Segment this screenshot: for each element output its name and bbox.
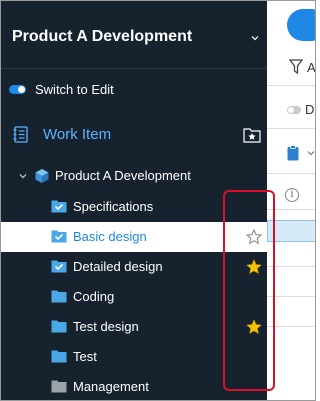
folder-check-icon bbox=[51, 260, 67, 273]
work-item-section[interactable]: Work Item bbox=[1, 121, 267, 149]
tree-item-label: Management bbox=[73, 379, 149, 394]
app-window: A D i Product A Development Switch to Ed… bbox=[0, 0, 316, 401]
tree-item-label: Test bbox=[73, 349, 97, 364]
toggle-label: D bbox=[305, 102, 315, 117]
tree-item-label: Basic design bbox=[73, 229, 147, 244]
toggle-switch[interactable] bbox=[9, 85, 26, 94]
clipboard-icon[interactable] bbox=[287, 145, 299, 161]
starred-folder-icon[interactable] bbox=[243, 126, 261, 143]
filter-icon[interactable] bbox=[289, 59, 303, 75]
switch-label: Switch to Edit bbox=[35, 82, 114, 97]
tree-root-node[interactable]: Product A Development bbox=[1, 164, 267, 188]
tree-item-label: Coding bbox=[73, 289, 115, 304]
tree-item-label: Detailed design bbox=[73, 259, 163, 274]
divider bbox=[267, 85, 315, 86]
primary-action-button[interactable] bbox=[287, 9, 315, 41]
cube-icon bbox=[35, 169, 49, 183]
tree-item-label: Test design bbox=[73, 319, 139, 334]
folder-check-icon bbox=[51, 230, 67, 243]
work-item-label: Work Item bbox=[43, 126, 112, 143]
project-header[interactable]: Product A Development bbox=[1, 1, 267, 69]
folder-check-icon bbox=[51, 200, 67, 213]
list-icon bbox=[13, 126, 28, 143]
chevron-down-icon[interactable] bbox=[251, 34, 259, 42]
sidebar: Product A Development Switch to Edit Wor… bbox=[1, 1, 275, 400]
secondary-toggle[interactable] bbox=[287, 106, 301, 114]
filter-label: A bbox=[307, 60, 316, 75]
folder-icon bbox=[51, 350, 67, 363]
chevron-down-icon[interactable] bbox=[307, 149, 315, 157]
info-icon[interactable]: i bbox=[285, 188, 299, 202]
tree-item-label: Specifications bbox=[73, 199, 154, 214]
divider bbox=[267, 128, 315, 129]
chevron-down-icon[interactable] bbox=[19, 172, 27, 180]
folder-icon bbox=[51, 290, 67, 303]
folder-icon bbox=[51, 380, 67, 393]
project-title: Product A Development bbox=[12, 28, 193, 45]
divider bbox=[267, 173, 315, 174]
folder-icon bbox=[51, 320, 67, 333]
star-column-highlight bbox=[223, 190, 275, 391]
tree-root-label: Product A Development bbox=[55, 168, 191, 183]
